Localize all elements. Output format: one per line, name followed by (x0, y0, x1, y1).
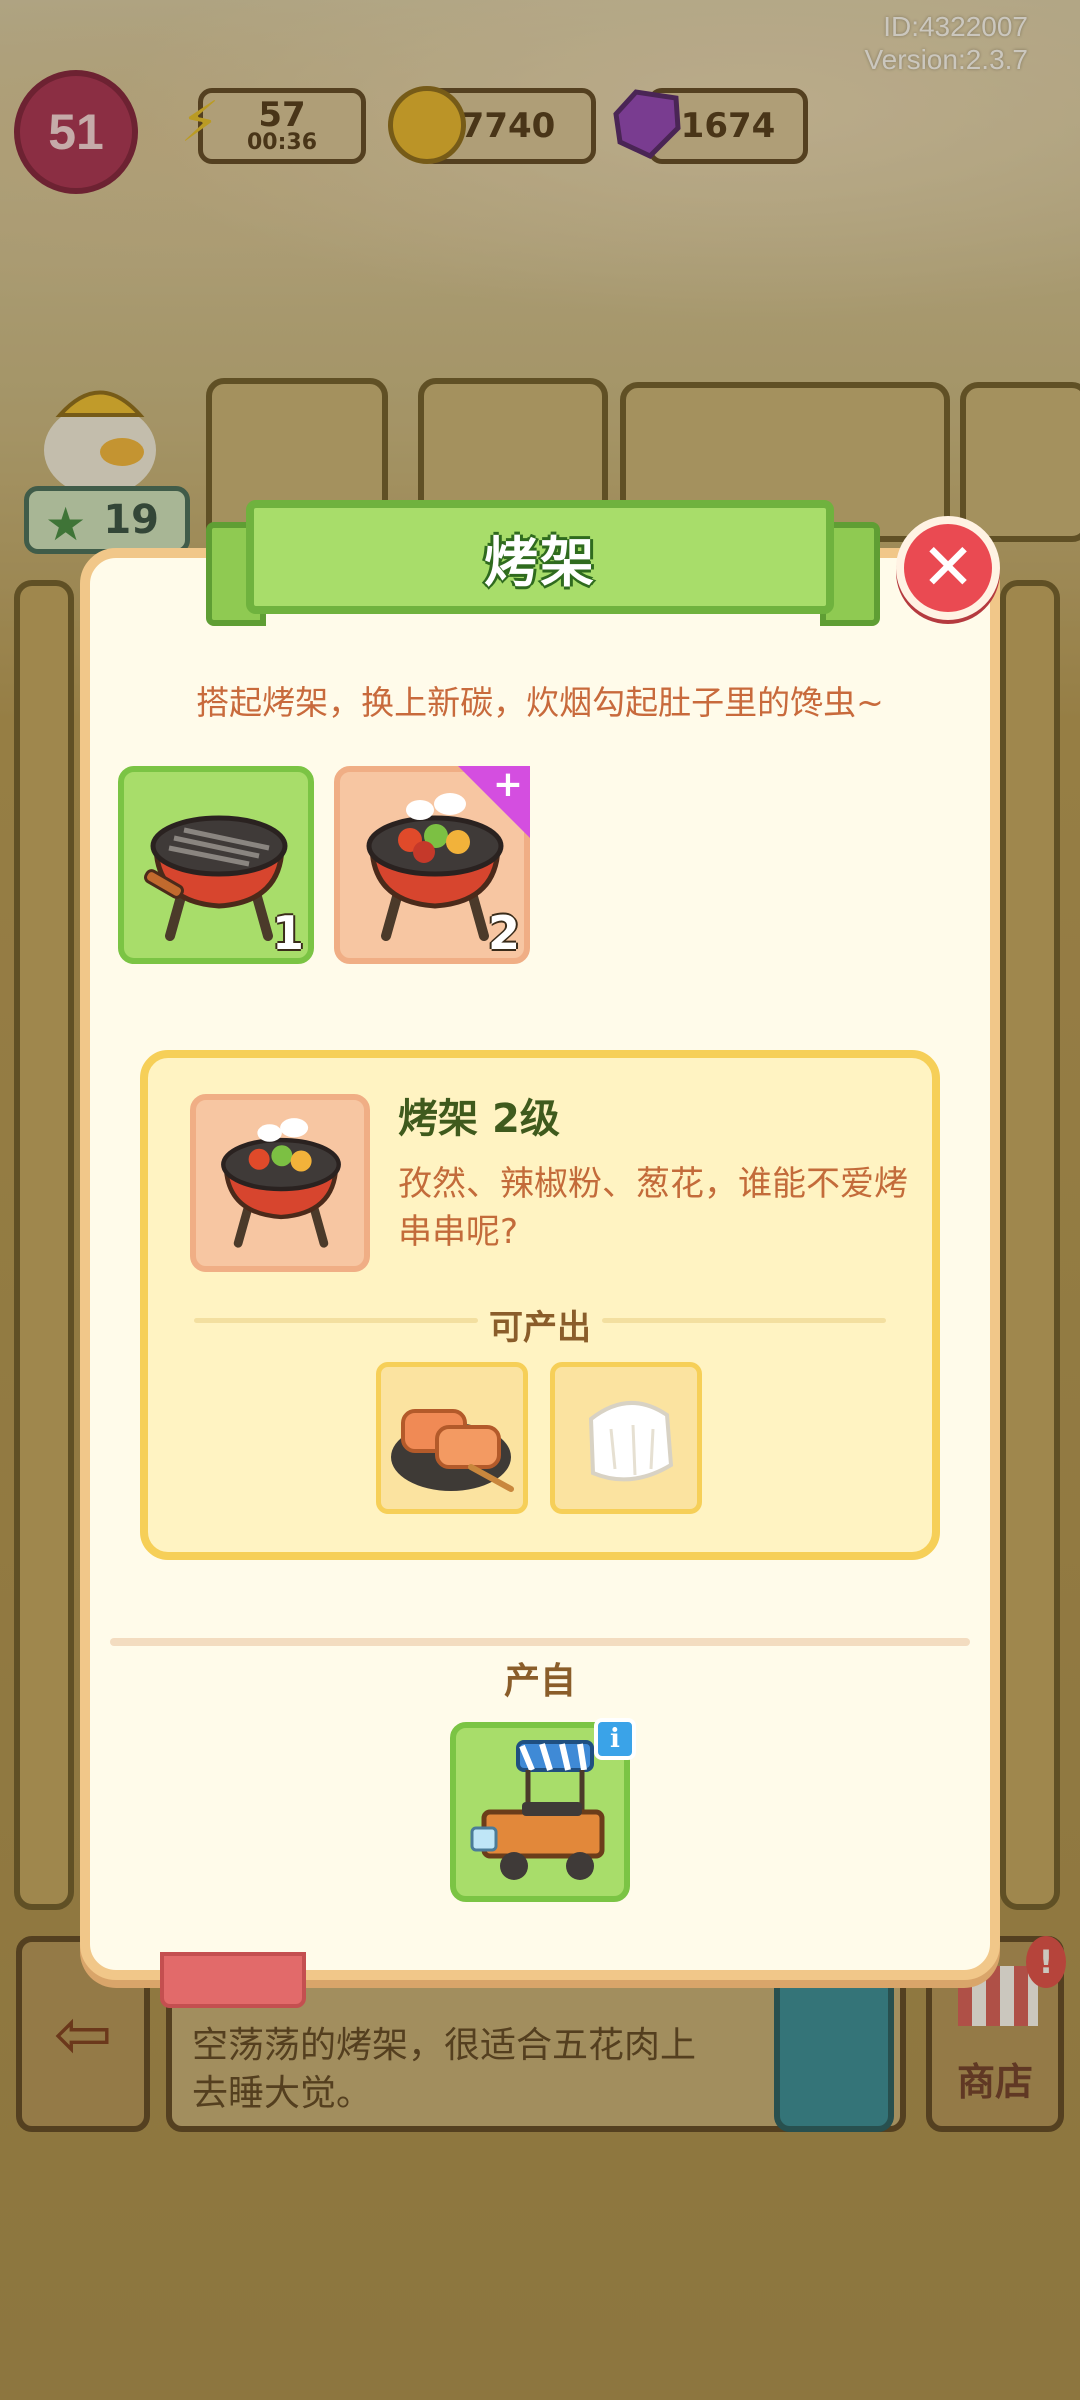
source-label: 产自 (503, 1661, 576, 1702)
modal-title-banner: 烤架 (246, 500, 834, 614)
product-card-1[interactable] (376, 1362, 528, 1514)
svg-text:+: + (493, 766, 523, 805)
loaded-grill-icon (206, 1112, 356, 1252)
section-separator (110, 1638, 970, 1646)
modal-title: 烤架 (484, 530, 596, 594)
close-icon: ✕ (921, 531, 975, 605)
source-info-icon[interactable]: i (594, 1718, 636, 1760)
produces-label: 可产出 (489, 1308, 591, 1348)
upgrade-plus-icon: + (458, 766, 530, 838)
tier-number: 1 (271, 906, 304, 960)
selected-item-thumbnail (190, 1094, 370, 1272)
produce-divider-right (602, 1318, 886, 1323)
bookmark-tab (160, 1952, 306, 2008)
tier-card-1[interactable]: 1 (118, 766, 314, 964)
produce-divider-left (194, 1318, 478, 1323)
selected-item-name: 烤架 (398, 1096, 478, 1142)
close-button[interactable]: ✕ (896, 516, 1000, 620)
selected-item-description: 孜然、辣椒粉、葱花，谁能不爱烤串串呢? (398, 1164, 908, 1252)
selected-item-title: 烤架 2级 (398, 1086, 560, 1144)
tier-card-2[interactable]: + 2 (334, 766, 530, 964)
bbq-food-cart-icon (462, 1736, 622, 1894)
item-flavor-text: 搭起烤架，换上新碳，炊烟勾起肚子里的馋虫~ (196, 683, 884, 722)
grilled-skewers-icon (385, 1381, 521, 1501)
product-card-2[interactable] (550, 1362, 702, 1514)
cloth-bun-icon (571, 1389, 687, 1493)
tier-number: 2 (487, 906, 520, 960)
selected-item-level: 2级 (492, 1096, 560, 1142)
